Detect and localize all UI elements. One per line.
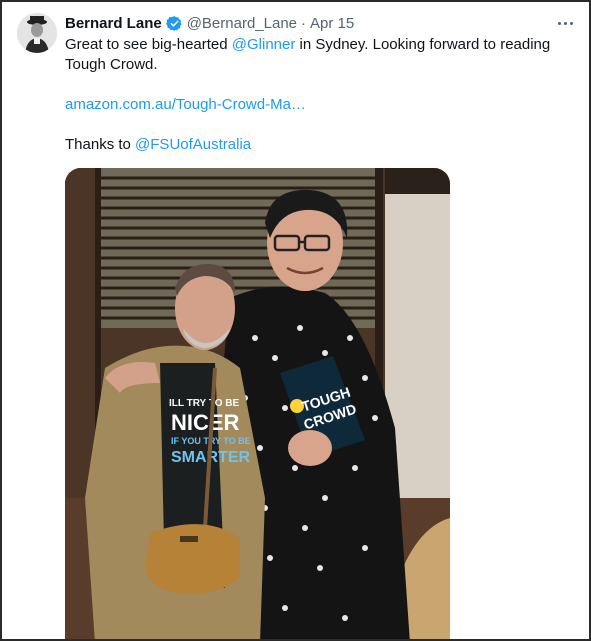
- avatar-image: [17, 13, 57, 53]
- tweet-text: Great to see big-hearted @Glinner in Syd…: [65, 35, 565, 155]
- verified-badge-icon: [165, 15, 183, 32]
- avatar[interactable]: [17, 13, 57, 53]
- shirt-text-1: ILL TRY TO BE: [169, 398, 240, 409]
- more-options-icon[interactable]: [553, 12, 577, 34]
- text-segment: Great to see big-hearted: [65, 36, 232, 53]
- tweet-date[interactable]: Apr 15: [310, 15, 354, 32]
- tweet-photo[interactable]: TOUGH CROWD ILL TRY TO BE NICER IF YOU T…: [65, 168, 450, 639]
- author-name[interactable]: Bernard Lane: [65, 15, 162, 32]
- tweet-text-line-1: Great to see big-hearted @Glinner in Syd…: [65, 35, 565, 55]
- tweet-card[interactable]: Bernard Lane @Bernard_Lane · Apr 15 Grea…: [0, 0, 591, 641]
- photo-illustration: TOUGH CROWD ILL TRY TO BE NICER IF YOU T…: [65, 168, 450, 639]
- tweet-header: Bernard Lane @Bernard_Lane · Apr 15: [65, 13, 354, 33]
- text-segment: Thanks to: [65, 136, 136, 153]
- mention-glinner[interactable]: @Glinner: [232, 36, 296, 53]
- thanks-line: Thanks to @FSUofAustralia: [65, 135, 565, 155]
- amazon-link[interactable]: amazon.com.au/Tough-Crowd-Ma…: [65, 95, 565, 115]
- author-handle[interactable]: @Bernard_Lane: [187, 15, 297, 32]
- tweet-text-line-2: Tough Crowd.: [65, 56, 158, 73]
- mention-fsuofaustralia[interactable]: @FSUofAustralia: [135, 136, 251, 153]
- text-segment: in Sydney. Looking forward to reading: [295, 36, 551, 53]
- separator-dot: ·: [301, 14, 307, 32]
- shirt-text-2: NICER: [171, 410, 240, 435]
